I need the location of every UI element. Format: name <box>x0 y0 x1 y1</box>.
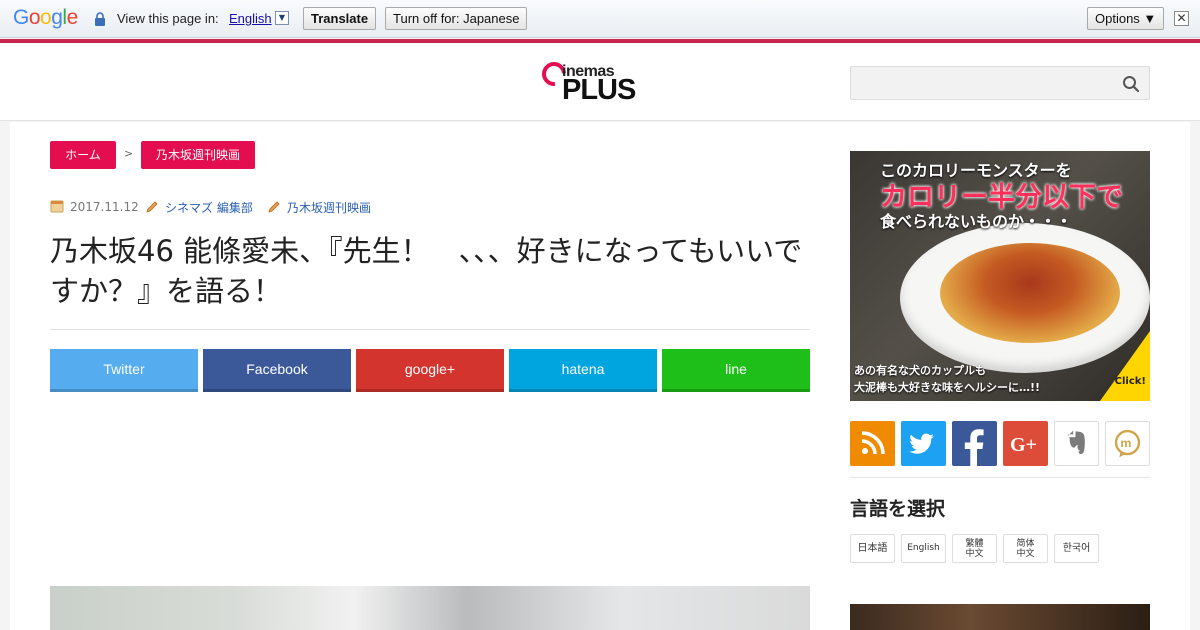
pencil-icon <box>268 201 280 213</box>
turn-off-button[interactable]: Turn off for: Japanese <box>385 7 528 30</box>
rss-icon <box>861 431 885 455</box>
translate-button[interactable]: Translate <box>303 7 377 30</box>
translate-label: View this page in: <box>117 11 219 26</box>
article-title: 乃木坂46 能條愛未、『先生！ 、、、好きになってもいいですか？』を語る！ <box>50 234 803 308</box>
breadcrumb-category[interactable]: 乃木坂週刊映画 <box>141 141 255 169</box>
calendar-icon <box>50 200 64 213</box>
facebook-icon <box>964 429 984 466</box>
language-link[interactable]: English <box>229 11 272 26</box>
cinemas-plus-logo[interactable]: inemas PLUS <box>537 57 642 106</box>
rss-button[interactable] <box>850 421 895 466</box>
share-hatena-button[interactable]: hatena <box>509 349 657 392</box>
language-button-japanese[interactable]: 日本語 <box>850 534 895 563</box>
post-author[interactable]: シネマズ 編集部 <box>145 199 253 216</box>
language-button-traditional-chinese[interactable]: 繁體 中文 <box>952 534 997 563</box>
sidebar-image[interactable] <box>850 604 1150 630</box>
ad-pasta-image <box>940 243 1120 343</box>
pencil-icon <box>146 201 158 213</box>
breadcrumb-separator: > <box>124 147 134 160</box>
twitter-follow-button[interactable] <box>901 421 946 466</box>
language-button-korean[interactable]: 한국어 <box>1054 534 1099 563</box>
ad-bottom-line-2: 大泥棒も大好きな味をヘルシーに…!! <box>854 381 1041 394</box>
google-plus-icon: G+ <box>1010 434 1037 456</box>
svg-text:G+: G+ <box>1010 434 1037 456</box>
search-icon[interactable] <box>1122 75 1140 93</box>
share-twitter-button[interactable]: Twitter <box>50 349 198 392</box>
evernote-follow-button[interactable] <box>1054 421 1099 466</box>
translate-bar: Google View this page in: English ▼ Tran… <box>0 0 1200 38</box>
ad-click-label[interactable]: Click! <box>1115 376 1146 387</box>
share-facebook-button[interactable]: Facebook <box>203 349 351 392</box>
sidebar-divider <box>850 477 1150 478</box>
sidebar-ad-banner[interactable]: このカロリーモンスターを カロリー半分以下で 食べられないものか・・・ あの有名… <box>850 151 1150 401</box>
mixi-follow-button[interactable]: m <box>1105 421 1150 466</box>
close-icon[interactable]: ✕ <box>1174 11 1189 26</box>
svg-text:m: m <box>1120 436 1131 450</box>
share-google-button[interactable]: google+ <box>356 349 504 392</box>
mixi-icon: m <box>1114 429 1141 458</box>
facebook-follow-button[interactable] <box>952 421 997 466</box>
language-select-title: 言語を選択 <box>850 498 946 520</box>
language-button-english[interactable]: English <box>901 534 946 563</box>
article-photo <box>50 586 810 630</box>
post-date: 2017.11.12 <box>50 199 139 214</box>
lock-icon <box>95 12 105 26</box>
ad-bottom-line-1: あの有名な犬のカップルも <box>854 364 986 377</box>
share-line-button[interactable]: line <box>662 349 810 392</box>
breadcrumb-home[interactable]: ホーム <box>50 141 116 169</box>
post-category[interactable]: 乃木坂週刊映画 <box>267 199 371 216</box>
title-divider <box>50 329 810 330</box>
twitter-icon <box>909 433 934 454</box>
ad-line-3: 食べられないものか・・・ <box>880 212 1073 231</box>
logo-text-big: PLUS <box>562 74 636 106</box>
options-button[interactable]: Options ▼ <box>1087 7 1165 30</box>
google-logo: Google <box>13 6 78 29</box>
site-header: inemas PLUS <box>0 43 1200 121</box>
language-dropdown-icon[interactable]: ▼ <box>275 11 289 25</box>
google-plus-follow-button[interactable]: G+ <box>1003 421 1048 466</box>
language-button-simplified-chinese[interactable]: 简体 中文 <box>1003 534 1048 563</box>
evernote-icon <box>1067 430 1085 455</box>
ad-corner <box>1100 331 1150 401</box>
search-input[interactable] <box>850 66 1150 100</box>
